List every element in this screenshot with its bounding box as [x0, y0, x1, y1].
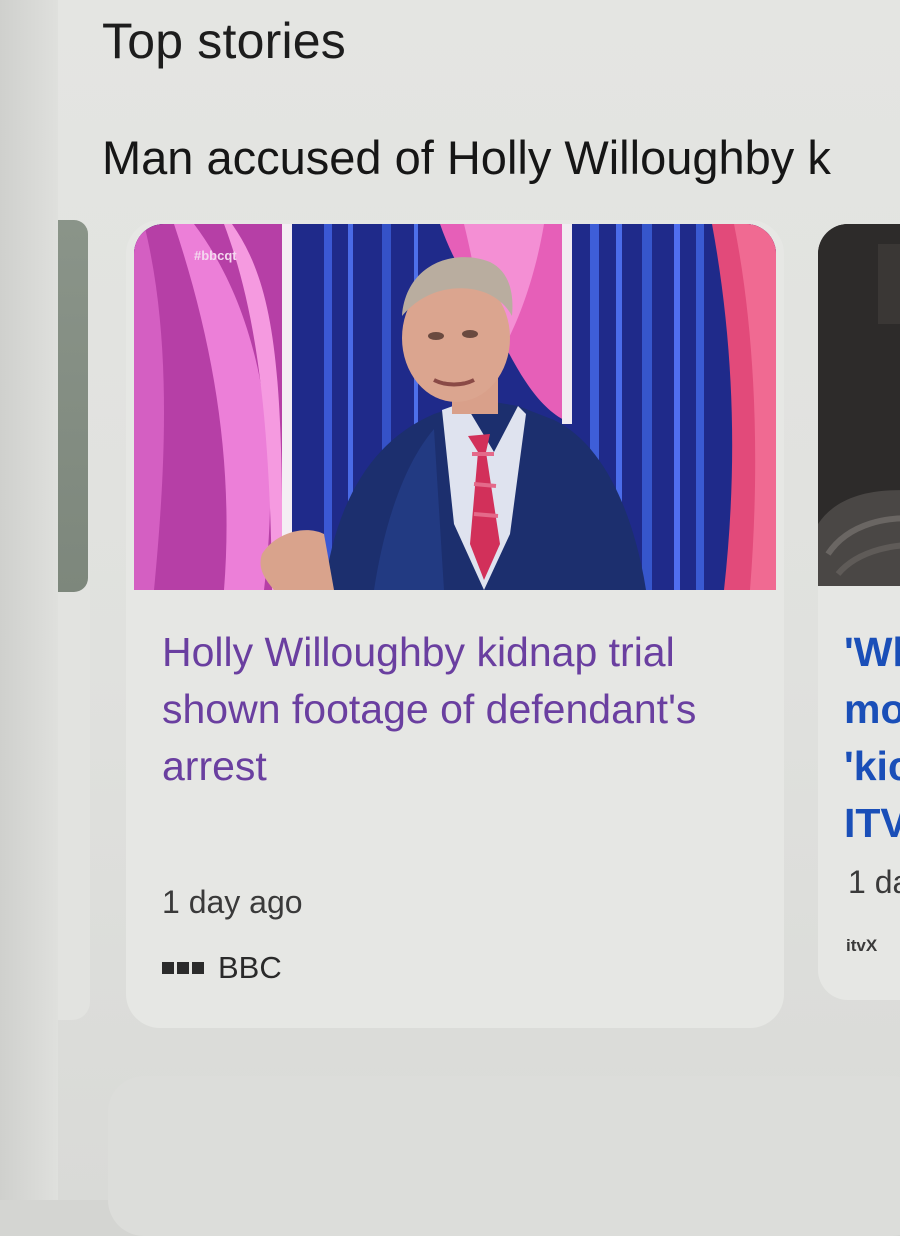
- left-rail: [0, 0, 58, 1200]
- story-cluster-title[interactable]: Man accused of Holly Willoughby k: [102, 130, 900, 185]
- news-card-time: 1 day ago: [162, 884, 303, 920]
- news-card-source: BBC: [162, 950, 282, 986]
- previous-news-card-image[interactable]: [58, 220, 88, 592]
- next-headline-line: 'kic: [844, 743, 900, 789]
- image-watermark: #bbcqt: [194, 248, 237, 263]
- next-news-card-time: 1 da: [848, 864, 900, 900]
- next-headline-line: ITV: [844, 800, 900, 846]
- news-photo: #bbcqt: [134, 224, 776, 590]
- next-headline-line: 'Wl: [844, 629, 900, 675]
- next-news-photo: [818, 224, 900, 586]
- news-card-image[interactable]: #bbcqt: [134, 224, 776, 590]
- news-card[interactable]: #bbcqt Holly Willoughby kidnap trial sho…: [126, 220, 784, 1028]
- section-title: Top stories: [102, 13, 346, 69]
- next-news-card-image[interactable]: [818, 224, 900, 586]
- previous-news-card[interactable]: [58, 220, 90, 1020]
- bbc-logo-icon: [162, 962, 204, 974]
- next-news-card[interactable]: 'Wl mo 'kic ITV 1 da itvX: [818, 224, 900, 1000]
- news-card-source-name: BBC: [218, 950, 282, 985]
- next-news-card-headline[interactable]: 'Wl mo 'kic ITV: [844, 624, 900, 852]
- next-news-card-source: itvX: [846, 936, 878, 955]
- lower-news-card[interactable]: [108, 1076, 900, 1236]
- next-headline-line: mo: [844, 686, 900, 732]
- news-card-headline[interactable]: Holly Willoughby kidnap trial shown foot…: [162, 624, 762, 795]
